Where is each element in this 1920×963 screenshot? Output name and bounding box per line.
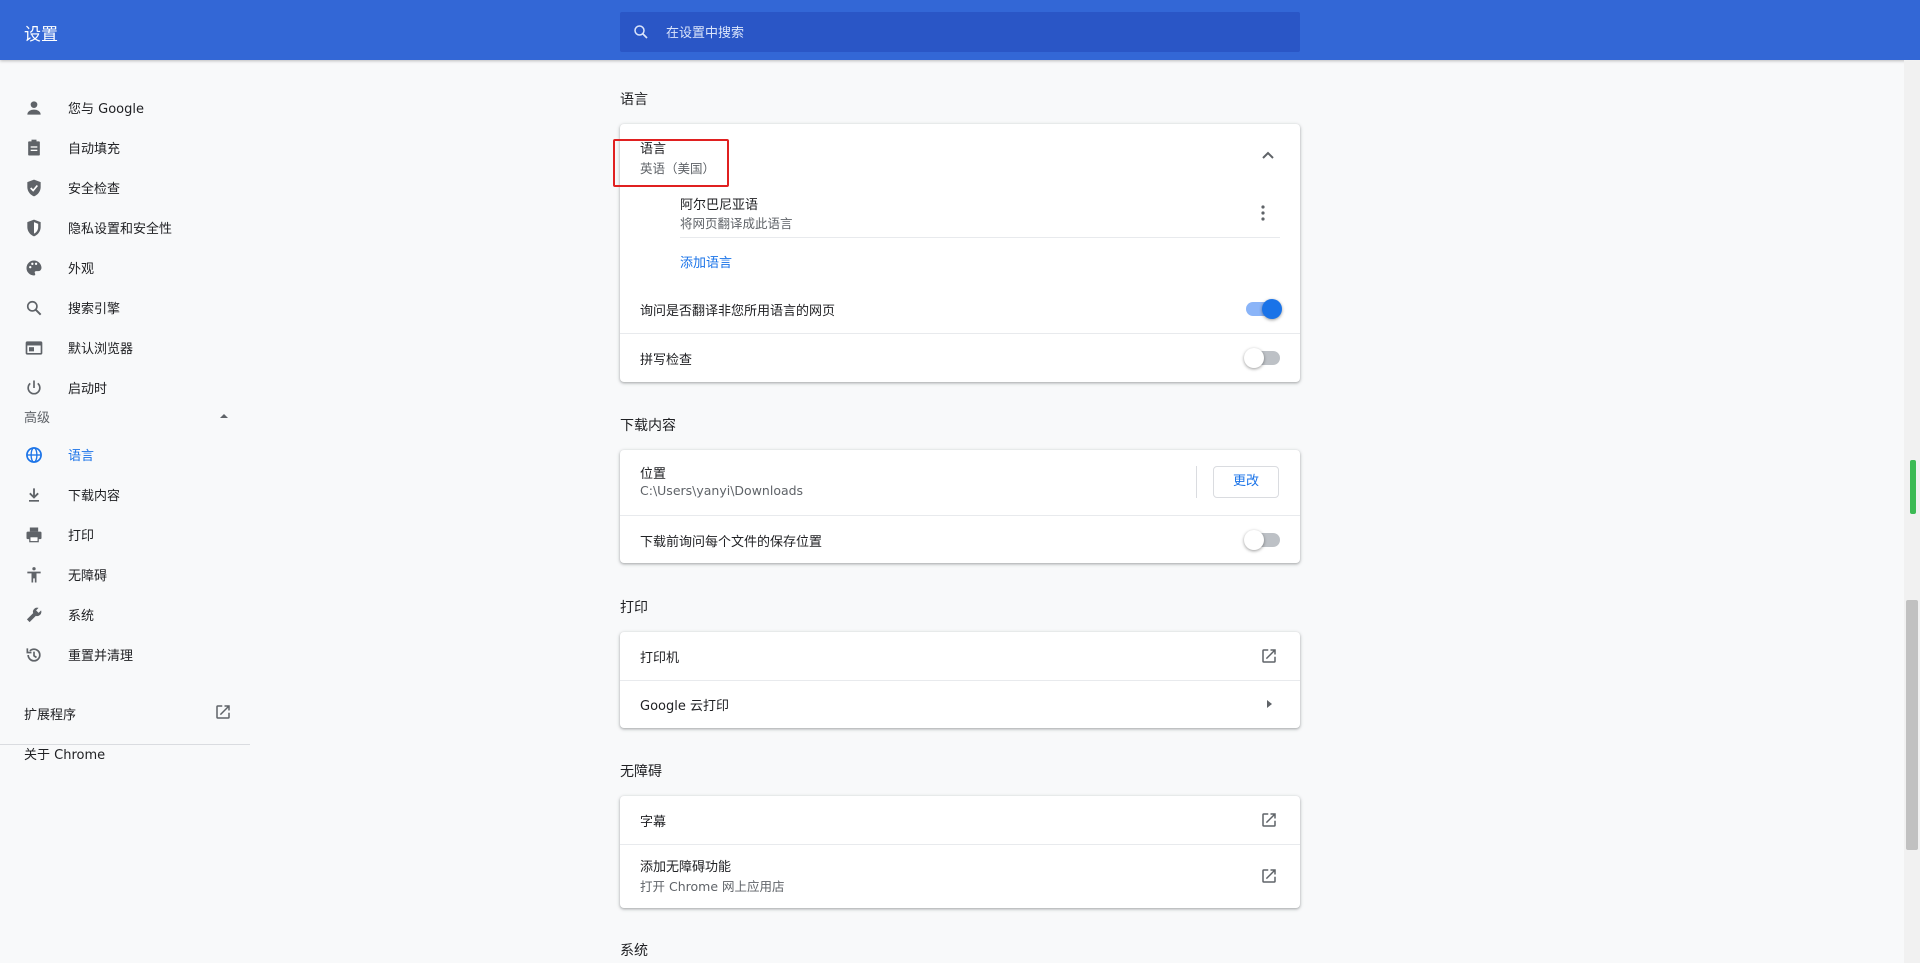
sidebar-item-default-browser[interactable]: 默认浏览器 xyxy=(0,327,250,367)
accessibility-card: 字幕 添加无障碍功能 打开 Chrome 网上应用店 xyxy=(620,796,1300,908)
sidebar-item-label: 语言 xyxy=(68,449,95,464)
shield-half-icon xyxy=(27,219,41,237)
offer-translate-label: 询问是否翻译非您所用语言的网页 xyxy=(640,304,836,319)
sidebar-item-search-engine[interactable]: 搜索引擎 xyxy=(0,287,250,327)
sidebar-item-label: 无障碍 xyxy=(68,569,108,584)
sidebar-item-label: 隐私设置和安全性 xyxy=(68,222,173,237)
open-in-new-icon xyxy=(1262,649,1276,663)
printer-icon xyxy=(26,527,42,543)
cloud-print-label: Google 云打印 xyxy=(640,699,729,714)
row-separator xyxy=(620,515,1300,516)
printing-card: 打印机 Google 云打印 xyxy=(620,632,1300,728)
sidebar-item-system[interactable]: 系统 xyxy=(0,594,250,634)
sidebar-item-label: 打印 xyxy=(68,529,95,544)
open-in-new-icon xyxy=(1262,869,1276,883)
captions-label: 字幕 xyxy=(640,815,667,830)
advanced-section-toggle[interactable]: 高级 xyxy=(24,407,50,426)
top-bar: 设置 xyxy=(0,0,1920,60)
sidebar-item-autofill[interactable]: 自动填充 xyxy=(0,127,250,167)
browser-icon xyxy=(25,341,43,355)
sidebar: 您与 Google 自动填充 安全检查 隐私设置和安全性 外观 搜索引擎 默认浏… xyxy=(0,60,250,963)
sidebar-item-safety-check[interactable]: 安全检查 xyxy=(0,167,250,207)
language-entry-sub: 将网页翻译成此语言 xyxy=(680,216,793,231)
sidebar-item-label: 自动填充 xyxy=(68,142,121,157)
extensions-link[interactable]: 扩展程序 xyxy=(24,704,76,723)
ask-where-toggle[interactable] xyxy=(1244,530,1280,550)
vertical-separator xyxy=(1196,466,1197,498)
open-in-new-icon xyxy=(1262,813,1276,827)
row-separator xyxy=(620,333,1300,334)
sidebar-item-on-startup[interactable]: 启动时 xyxy=(0,367,250,407)
sidebar-item-label: 安全检查 xyxy=(68,182,121,197)
cloud-print-row[interactable]: Google 云打印 xyxy=(620,681,1300,728)
add-accessibility-row[interactable]: 添加无障碍功能 打开 Chrome 网上应用店 xyxy=(620,845,1300,908)
wrench-icon xyxy=(26,607,42,623)
change-location-button[interactable]: 更改 xyxy=(1213,466,1279,498)
sidebar-item-privacy[interactable]: 隐私设置和安全性 xyxy=(0,207,250,247)
sidebar-item-label: 搜索引擎 xyxy=(68,302,121,317)
advanced-label: 高级 xyxy=(24,411,51,426)
download-icon xyxy=(29,488,39,502)
sidebar-item-downloads[interactable]: 下载内容 xyxy=(0,474,250,514)
printers-label: 打印机 xyxy=(640,651,680,666)
more-vert-icon[interactable] xyxy=(1256,204,1270,222)
download-location-label: 位置 xyxy=(640,467,667,482)
sidebar-item-label: 您与 Google xyxy=(68,102,144,117)
history-icon xyxy=(26,648,41,662)
accessibility-icon xyxy=(27,567,41,583)
downloads-card: 位置 C:\Users\yanyi\Downloads 更改 下载前询问每个文件… xyxy=(620,450,1300,563)
captions-row[interactable]: 字幕 xyxy=(620,796,1300,844)
about-chrome-link[interactable]: 关于 Chrome xyxy=(24,744,105,763)
spellcheck-toggle[interactable] xyxy=(1244,348,1280,368)
download-location-value: C:\Users\yanyi\Downloads xyxy=(640,483,804,498)
spellcheck-label: 拼写检查 xyxy=(640,353,693,368)
power-icon xyxy=(27,380,41,395)
sidebar-item-label: 下载内容 xyxy=(68,489,121,504)
clipboard-icon xyxy=(28,139,40,156)
scroll-marker xyxy=(1910,460,1916,514)
ask-where-label: 下载前询问每个文件的保存位置 xyxy=(640,535,823,550)
sidebar-item-accessibility[interactable]: 无障碍 xyxy=(0,554,250,594)
printing-section-title: 打印 xyxy=(620,600,648,616)
shield-check-icon xyxy=(27,179,41,197)
search-box[interactable] xyxy=(620,12,1300,54)
sidebar-item-appearance[interactable]: 外观 xyxy=(0,247,250,287)
sidebar-item-languages[interactable]: 语言 xyxy=(0,434,250,474)
search-input[interactable] xyxy=(664,12,1288,54)
sidebar-item-printing[interactable]: 打印 xyxy=(0,514,250,554)
search-icon xyxy=(634,25,648,39)
caret-up-icon[interactable] xyxy=(218,411,230,421)
palette-icon xyxy=(26,260,42,276)
sidebar-item-label: 重置并清理 xyxy=(68,649,134,664)
chevron-up-icon[interactable] xyxy=(1260,148,1276,164)
page-title: 设置 xyxy=(24,25,58,45)
add-accessibility-label: 添加无障碍功能 xyxy=(640,860,732,875)
add-language-link[interactable]: 添加语言 xyxy=(680,252,732,271)
sidebar-item-reset[interactable]: 重置并清理 xyxy=(0,634,250,674)
sidebar-item-label: 外观 xyxy=(68,262,95,277)
sidebar-item-label: 默认浏览器 xyxy=(68,342,134,357)
sidebar-item-label: 系统 xyxy=(68,609,95,624)
person-icon xyxy=(27,101,41,115)
globe-icon xyxy=(26,447,42,463)
system-section-title: 系统 xyxy=(620,943,648,959)
languages-section-title: 语言 xyxy=(620,92,648,108)
open-in-new-icon[interactable] xyxy=(214,703,232,721)
sidebar-item-you-and-google[interactable]: 您与 Google xyxy=(0,87,250,127)
printers-row[interactable]: 打印机 xyxy=(620,632,1300,680)
language-entry-name: 阿尔巴尼亚语 xyxy=(680,198,759,213)
offer-translate-toggle[interactable] xyxy=(1246,299,1282,319)
downloads-section-title: 下载内容 xyxy=(620,418,676,434)
scrollbar-thumb[interactable] xyxy=(1906,600,1918,850)
accessibility-section-title: 无障碍 xyxy=(620,764,662,780)
row-separator xyxy=(680,237,1280,238)
search-icon xyxy=(26,300,42,316)
highlight-annotation xyxy=(613,139,729,187)
caret-right-icon xyxy=(1267,700,1272,708)
sidebar-item-label: 启动时 xyxy=(68,382,108,397)
add-accessibility-sub: 打开 Chrome 网上应用店 xyxy=(640,879,785,894)
